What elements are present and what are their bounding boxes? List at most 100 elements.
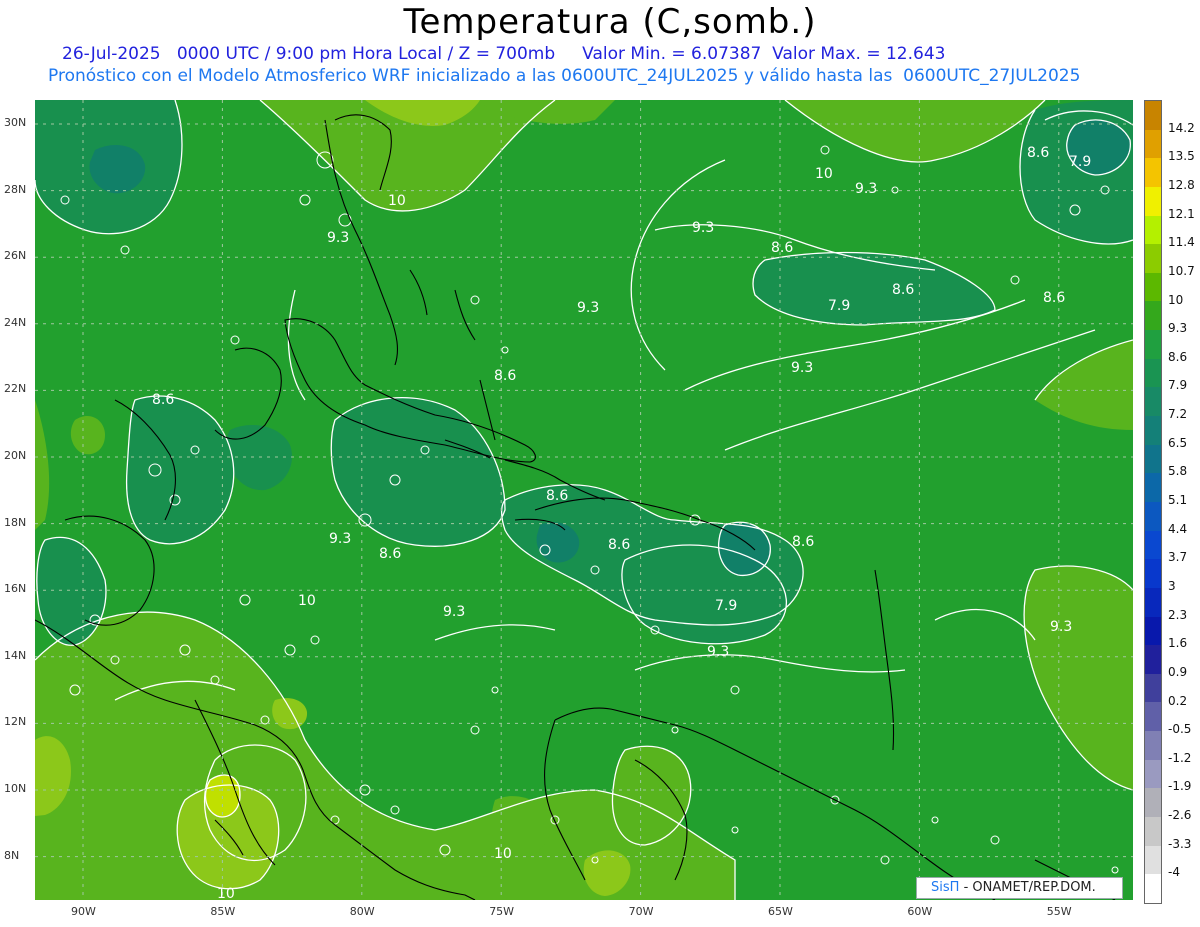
contour-label: 8.6: [494, 368, 516, 384]
latitude-tick-label: 16N: [4, 582, 27, 596]
color-scale-segment: [1145, 387, 1161, 417]
color-scale-segment: [1145, 186, 1161, 216]
longitude-tick-label: 75W: [489, 905, 515, 918]
color-scale-segment: [1145, 101, 1161, 130]
latitude-tick-label: 22N: [4, 382, 27, 396]
color-scale-label: 4.4: [1168, 521, 1188, 536]
map-canvas: 10 9.3 10 9.3 8.6 7.9 9.3 8.6 9.3 7.9 8.…: [35, 100, 1133, 900]
contour-label: 8.6: [771, 240, 793, 256]
contour-label: 9.3: [855, 181, 877, 197]
contour-label: 10: [388, 193, 406, 209]
color-scale-segment: [1145, 788, 1161, 818]
color-scale-segment: [1145, 501, 1161, 531]
contour-label: 8.6: [1027, 145, 1049, 161]
color-scale-label: 10: [1168, 292, 1184, 307]
contour-label: 9.3: [329, 531, 351, 547]
contour-label: 8.6: [379, 546, 401, 562]
color-scale-label: -1.2: [1168, 750, 1192, 765]
contour-label: 8.6: [892, 282, 914, 298]
color-scale-segment: [1145, 158, 1161, 187]
forecast-time-and-range: 26-Jul-2025 0000 UTC / 9:00 pm Hora Loca…: [62, 44, 946, 64]
color-scale-label: 3.7: [1168, 550, 1188, 565]
contour-label: 9.3: [443, 604, 465, 620]
model-run-info: Pronóstico con el Modelo Atmosferico WRF…: [48, 66, 1081, 86]
color-scale-segment: [1145, 645, 1161, 674]
longitude-tick-label: 60W: [907, 905, 933, 918]
contour-label: 7.9: [715, 598, 737, 614]
color-scale-label: 3: [1168, 578, 1176, 593]
color-scale-label: 10.7: [1168, 263, 1195, 278]
color-scale-label: -2.6: [1168, 808, 1192, 823]
color-scale-label: -3.3: [1168, 836, 1192, 851]
contour-label: 9.3: [692, 220, 714, 236]
contour-label: 9.3: [327, 230, 349, 246]
color-scale-label: -0.5: [1168, 722, 1192, 737]
contour-label: 10: [815, 166, 833, 182]
color-scale-segment: [1145, 845, 1161, 875]
color-scale-segment: [1145, 530, 1161, 560]
color-scale-segment: [1145, 301, 1161, 331]
color-scale-label: 11.4: [1168, 235, 1195, 250]
contour-label: 8.6: [792, 534, 814, 550]
latitude-tick-label: 26N: [4, 249, 27, 263]
contour-label: 9.3: [1050, 619, 1072, 635]
longitude-tick-label: 90W: [71, 905, 96, 918]
contour-label: 8.6: [1043, 290, 1065, 306]
map-title: Temperatura (C,somb.): [403, 2, 817, 42]
temperature-map[interactable]: 10 9.3 10 9.3 8.6 7.9 9.3 8.6 9.3 7.9 8.…: [35, 100, 1133, 900]
color-scale-segment: [1145, 673, 1161, 703]
longitude-tick-label: 65W: [768, 905, 793, 918]
color-scale-segment: [1145, 587, 1161, 617]
color-scale-segment: [1145, 272, 1161, 302]
longitude-tick-label: 80W: [349, 905, 375, 918]
color-scale-segment: [1145, 817, 1161, 846]
latitude-tick-label: 28N: [4, 182, 27, 196]
contour-label: 8.6: [608, 537, 630, 553]
contour-label: 7.9: [828, 298, 850, 314]
color-scale-segment: [1145, 702, 1161, 732]
color-scale-segment: [1145, 330, 1161, 359]
color-scale-label: 5.1: [1168, 493, 1188, 507]
color-scale-label: 7.2: [1168, 407, 1188, 422]
color-scale-label: 9.3: [1168, 321, 1188, 336]
longitude-tick-label: 70W: [628, 905, 654, 918]
credit-text: - ONAMET/REP.DOM.: [963, 880, 1096, 895]
color-scale-segment: [1145, 559, 1161, 588]
color-scale-bar: [1144, 100, 1162, 904]
latitude-tick-label: 12N: [4, 715, 27, 729]
color-scale-label: 14.2: [1168, 120, 1195, 135]
color-scale-segment: [1145, 473, 1161, 502]
contour-label: 7.9: [1069, 154, 1091, 170]
color-scale-label: 5.8: [1168, 464, 1188, 479]
color-scale-label: 6.5: [1168, 435, 1188, 450]
color-scale-label: 12.8: [1168, 177, 1195, 192]
contour-label: 9.3: [707, 644, 729, 660]
color-scale-label: 2.3: [1168, 607, 1188, 622]
latitude-tick-label: 20N: [4, 449, 27, 462]
color-scale-segment: [1145, 358, 1161, 388]
color-scale-segment: [1145, 129, 1161, 159]
color-scale-label: 0.9: [1168, 664, 1188, 679]
color-scale-label: 0.2: [1168, 693, 1188, 708]
contour-label: 8.6: [546, 488, 568, 504]
color-scale-segment: [1145, 731, 1161, 760]
contour-label: 8.6: [152, 392, 174, 408]
brand-logo-text: SisΠ: [931, 880, 960, 895]
latitude-tick-label: 14N: [4, 648, 27, 662]
credit-box: SisΠ - ONAMET/REP.DOM.: [916, 877, 1123, 899]
color-scale-segment: [1145, 444, 1161, 474]
longitude-tick-label: 85W: [210, 905, 236, 918]
color-scale-label: -1.9: [1168, 779, 1192, 794]
latitude-tick-label: 24N: [4, 315, 27, 329]
contour-label: 10: [217, 886, 235, 900]
contour-label: 9.3: [791, 360, 813, 376]
color-scale-segment: [1145, 759, 1161, 789]
color-scale-label: -4: [1168, 865, 1180, 880]
color-scale-segment: [1145, 215, 1161, 245]
color-scale-label: 13.5: [1168, 149, 1195, 164]
latitude-tick-label: 30N: [4, 116, 27, 129]
color-scale-segment: [1145, 244, 1161, 273]
latitude-tick-label: 18N: [4, 515, 27, 529]
latitude-tick-label: 10N: [4, 782, 27, 795]
contour-label: 10: [494, 846, 512, 862]
